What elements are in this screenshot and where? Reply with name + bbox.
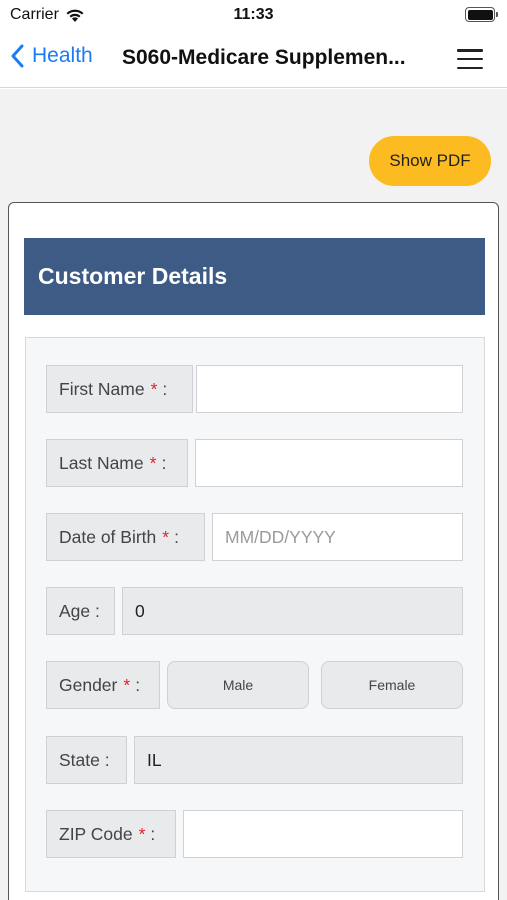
required-marker: * — [162, 526, 170, 547]
last-name-row: Last Name * : — [46, 439, 463, 487]
hamburger-menu-icon[interactable] — [457, 49, 483, 69]
dob-label: Date of Birth * : — [46, 513, 205, 561]
back-label: Health — [32, 44, 93, 67]
zip-input[interactable] — [183, 810, 463, 858]
zip-label: ZIP Code * : — [46, 810, 176, 858]
customer-form: First Name * : Last Name * : Date of Bir… — [25, 337, 485, 892]
last-name-input[interactable] — [195, 439, 463, 487]
dob-input[interactable] — [212, 513, 463, 561]
age-row: Age : — [46, 587, 463, 635]
first-name-row: First Name * : — [46, 365, 463, 413]
gender-label: Gender * : — [46, 661, 160, 709]
required-marker: * — [149, 452, 157, 473]
clock: 11:33 — [233, 6, 274, 23]
first-name-input[interactable] — [196, 365, 463, 413]
state-label: State : — [46, 736, 127, 784]
status-bar: Carrier 11:33 — [0, 0, 507, 34]
battery-icon — [465, 7, 498, 22]
dob-row: Date of Birth * : — [46, 513, 463, 561]
navigation-bar: Health S060-Medicare Supplemen... — [0, 34, 507, 88]
customer-details-card: Customer Details First Name * : Last Nam… — [8, 202, 499, 900]
gender-female-button[interactable]: Female — [321, 661, 463, 709]
required-marker: * — [123, 674, 131, 695]
page-title: S060-Medicare Supplemen... — [122, 46, 406, 69]
age-field — [122, 587, 463, 635]
back-button[interactable]: Health — [10, 44, 93, 68]
required-marker: * — [138, 823, 146, 844]
last-name-label: Last Name * : — [46, 439, 188, 487]
state-row: State : — [46, 736, 463, 784]
show-pdf-button[interactable]: Show PDF — [369, 136, 491, 186]
required-marker: * — [150, 378, 158, 399]
card-title: Customer Details — [38, 263, 228, 289]
zip-row: ZIP Code * : — [46, 810, 463, 858]
chevron-left-icon — [11, 44, 24, 68]
main-content: Show PDF Customer Details First Name * :… — [0, 89, 507, 900]
gender-male-button[interactable]: Male — [167, 661, 309, 709]
card-header: Customer Details — [24, 238, 485, 315]
gender-row: Gender * : Male Female — [46, 661, 463, 709]
state-field — [134, 736, 463, 784]
first-name-label: First Name * : — [46, 365, 193, 413]
age-label: Age : — [46, 587, 115, 635]
